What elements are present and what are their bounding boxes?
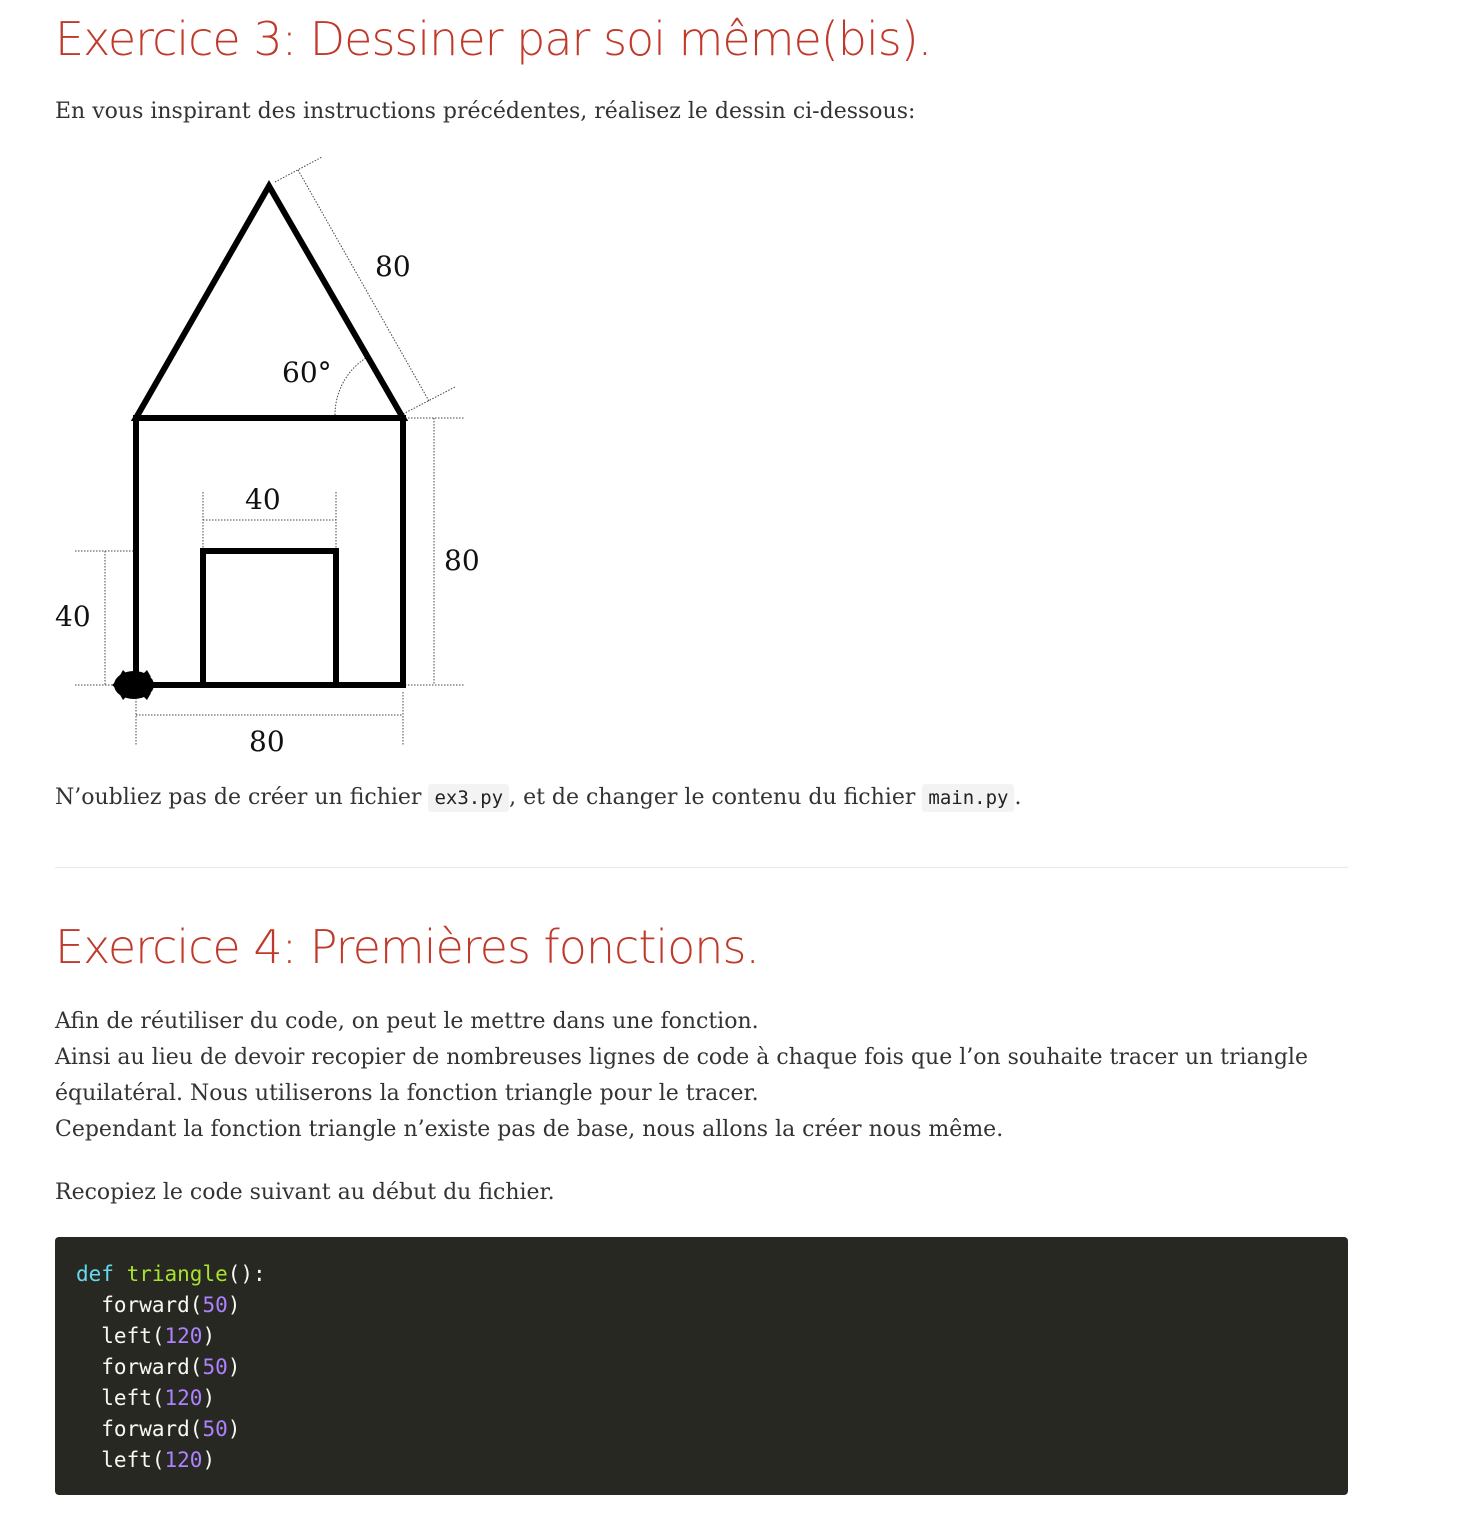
code-line: forward(50) bbox=[76, 1352, 1327, 1383]
turtle-icon bbox=[112, 670, 160, 700]
code-line: left(120) bbox=[76, 1445, 1327, 1476]
code-close: ) bbox=[227, 1355, 241, 1379]
code-number: 120 bbox=[164, 1386, 203, 1410]
exercise-3-note: N’oubliez pas de créer un fichier ex3.py… bbox=[55, 780, 1021, 816]
code-call: forward( bbox=[76, 1355, 203, 1379]
code-block[interactable]: def triangle(): forward(50) left(120) fo… bbox=[55, 1237, 1348, 1495]
code-number: 50 bbox=[202, 1417, 228, 1441]
code-close: ) bbox=[227, 1417, 241, 1441]
roof-side-label: 80 bbox=[375, 250, 411, 283]
code-call: left( bbox=[76, 1386, 165, 1410]
paragraph-line: Cependant la fonction triangle n’existe … bbox=[55, 1117, 1004, 1142]
house-outline bbox=[130, 179, 409, 688]
roof-triangle bbox=[130, 179, 409, 421]
code-line: left(120) bbox=[76, 1321, 1327, 1352]
note-text-middle: , et de changer le contenu du fichier bbox=[509, 785, 923, 810]
code-line: forward(50) bbox=[76, 1290, 1327, 1321]
code-line-def: def triangle(): bbox=[76, 1259, 1327, 1290]
code-number: 50 bbox=[202, 1293, 228, 1317]
code-close: ) bbox=[202, 1324, 216, 1348]
paragraph-line: Ainsi au lieu de devoir recopier de nomb… bbox=[55, 1045, 1308, 1070]
wall-height-label: 80 bbox=[444, 544, 480, 577]
code-number: 120 bbox=[164, 1324, 203, 1348]
exercise-3-title: Exercice 3: Dessiner par soi même(bis). bbox=[55, 12, 932, 66]
exercise-4-paragraph: Afin de réutiliser du code, on peut le m… bbox=[55, 1004, 1308, 1148]
code-close: ) bbox=[202, 1386, 216, 1410]
code-number: 50 bbox=[202, 1355, 228, 1379]
code-call: forward( bbox=[76, 1417, 203, 1441]
code-number: 120 bbox=[164, 1448, 203, 1472]
angle-arc bbox=[334, 355, 370, 416]
code-call: left( bbox=[76, 1448, 165, 1472]
code-close: ) bbox=[227, 1293, 241, 1317]
door-height-label: 40 bbox=[55, 600, 91, 633]
house-door bbox=[200, 548, 339, 688]
section-divider bbox=[55, 867, 1348, 868]
door-width-label: 40 bbox=[245, 483, 281, 516]
code-close: ) bbox=[202, 1448, 216, 1472]
code-function-name: triangle bbox=[126, 1262, 228, 1286]
file-name-ex3: ex3.py bbox=[428, 784, 510, 812]
code-def-tail: (): bbox=[227, 1262, 266, 1286]
exercise-4-instruction: Recopiez le code suivant au début du fic… bbox=[55, 1180, 555, 1205]
file-name-main: main.py bbox=[922, 784, 1015, 812]
base-width-label: 80 bbox=[249, 725, 285, 758]
house-drawing-svg: 80 60° 80 40 40 80 bbox=[55, 156, 480, 758]
roof-angle-label: 60° bbox=[282, 356, 332, 389]
note-text-after: . bbox=[1014, 785, 1022, 810]
code-line: forward(50) bbox=[76, 1414, 1327, 1445]
code-keyword: def bbox=[76, 1262, 114, 1286]
note-text-before: N’oubliez pas de créer un fichier bbox=[55, 785, 429, 810]
exercise-3-intro: En vous inspirant des instructions précé… bbox=[55, 99, 916, 124]
paragraph-line: équilatéral. Nous utiliserons la fonctio… bbox=[55, 1081, 759, 1106]
house-drawing-figure: 80 60° 80 40 40 80 bbox=[55, 150, 515, 764]
code-line: left(120) bbox=[76, 1383, 1327, 1414]
paragraph-line: Afin de réutiliser du code, on peut le m… bbox=[55, 1009, 759, 1034]
code-call: forward( bbox=[76, 1293, 203, 1317]
code-call: left( bbox=[76, 1324, 165, 1348]
exercise-4-title: Exercice 4: Premières fonctions. bbox=[55, 920, 760, 974]
